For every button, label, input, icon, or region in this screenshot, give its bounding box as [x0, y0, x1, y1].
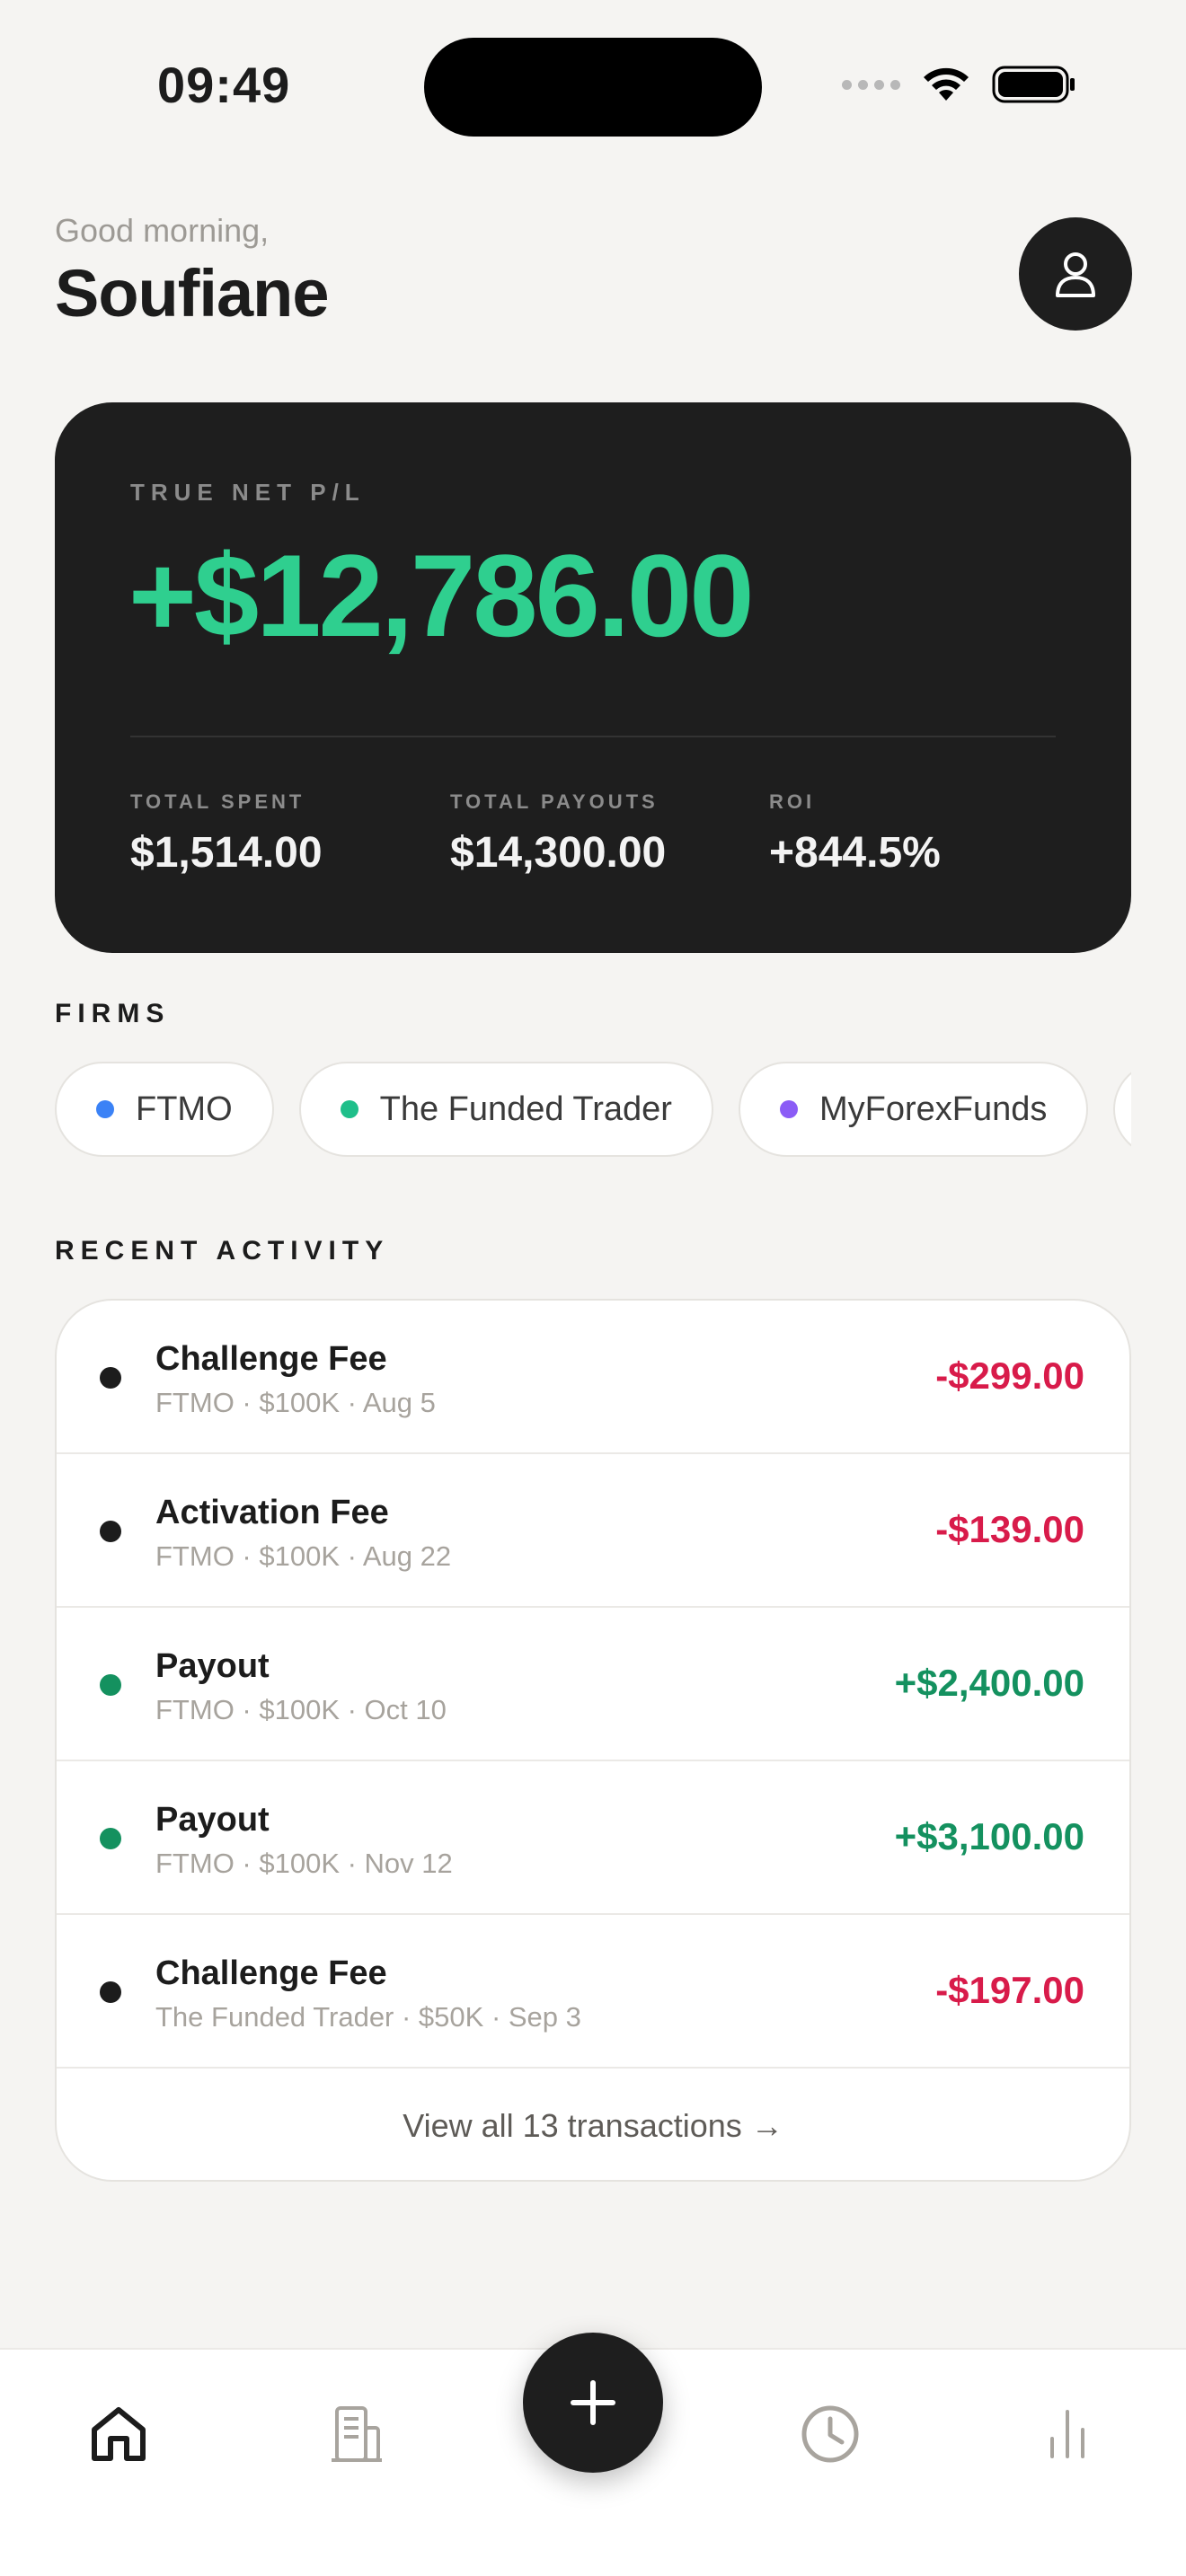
stat-total-payouts: TOTAL PAYOUTS $14,300.00	[450, 790, 666, 878]
view-all-transactions-link[interactable]: View all 13 transactions →	[57, 2069, 1129, 2180]
transaction-amount: +$3,100.00	[894, 1815, 1084, 1857]
transaction-amount: -$299.00	[935, 1354, 1084, 1397]
transaction-title: Payout	[155, 1801, 270, 1839]
tab-firms[interactable]	[320, 2398, 392, 2470]
bar-chart-icon	[1050, 2410, 1084, 2458]
stat-value: $14,300.00	[450, 829, 667, 877]
firm-chip-myforexfunds[interactable]: MyForexFunds	[738, 1062, 1089, 1157]
building-icon	[332, 2406, 382, 2462]
transaction-amount: -$139.00	[935, 1508, 1084, 1550]
clock-icon	[801, 2405, 859, 2463]
firm-chip-label: FTMO	[136, 1090, 233, 1128]
transaction-title: Payout	[155, 1647, 270, 1685]
cellular-signal-icon	[842, 79, 900, 90]
firm-chip-the-funded-trader[interactable]: The Funded Trader	[298, 1062, 713, 1157]
tab-history[interactable]	[794, 2398, 866, 2470]
tab-home[interactable]	[83, 2398, 155, 2470]
stat-value: +844.5%	[769, 829, 941, 877]
status-indicators	[842, 65, 1076, 104]
stat-roi: ROI +844.5%	[769, 790, 941, 878]
transaction-subtitle: FTMO · $100K · Nov 12	[155, 1848, 453, 1879]
plus-icon	[571, 2380, 615, 2425]
transaction-row[interactable]: Payout FTMO · $100K · Nov 12 +$3,100.00	[57, 1761, 1129, 1915]
transaction-title: Challenge Fee	[155, 1954, 387, 1992]
transaction-type-dot	[100, 1981, 121, 2003]
profile-button[interactable]	[1019, 217, 1132, 331]
transaction-amount: +$2,400.00	[894, 1662, 1084, 1704]
user-name: Soufiane	[55, 256, 329, 331]
transaction-subtitle: FTMO · $100K · Aug 5	[155, 1387, 436, 1418]
activity-section-title: RECENT ACTIVITY	[55, 1236, 390, 1266]
transaction-subtitle: The Funded Trader · $50K · Sep 3	[155, 2001, 581, 2033]
firm-chip-label: The Funded Trader	[379, 1090, 672, 1128]
firm-color-dot	[96, 1100, 114, 1118]
greeting-text: Good morning,	[55, 212, 270, 249]
wifi-icon	[924, 67, 969, 101]
transaction-row[interactable]: Challenge Fee FTMO · $100K · Aug 5 -$299…	[57, 1301, 1129, 1454]
stat-label: ROI	[769, 790, 816, 813]
dynamic-island	[424, 38, 762, 137]
net-pl-label: TRUE NET P/L	[130, 479, 366, 506]
transaction-type-dot	[100, 1521, 121, 1542]
transaction-row[interactable]: Activation Fee FTMO · $100K · Aug 22 -$1…	[57, 1454, 1129, 1608]
firm-chip-partial[interactable]	[1113, 1062, 1131, 1157]
stat-label: TOTAL PAYOUTS	[450, 790, 659, 813]
home-icon	[92, 2407, 146, 2461]
transaction-title: Activation Fee	[155, 1494, 389, 1531]
card-divider	[130, 736, 1056, 737]
stat-value: $1,514.00	[130, 829, 323, 877]
transaction-row[interactable]: Challenge Fee The Funded Trader · $50K ·…	[57, 1915, 1129, 2069]
firm-chip-label: MyForexFunds	[819, 1090, 1048, 1128]
stat-label: TOTAL SPENT	[130, 790, 305, 813]
user-icon	[1056, 252, 1095, 297]
firm-color-dot	[340, 1100, 358, 1118]
firm-chip-ftmo[interactable]: FTMO	[55, 1062, 274, 1157]
transaction-type-dot	[100, 1367, 121, 1389]
stat-total-spent: TOTAL SPENT $1,514.00	[130, 790, 323, 878]
transaction-subtitle: FTMO · $100K · Oct 10	[155, 1694, 447, 1725]
screen: 09:49 Good morning, Soufiane TRUE NET P/…	[0, 0, 1186, 2576]
transaction-type-dot	[100, 1674, 121, 1696]
transaction-row[interactable]: Payout FTMO · $100K · Oct 10 +$2,400.00	[57, 1608, 1129, 1761]
add-transaction-button[interactable]	[523, 2333, 663, 2473]
battery-icon	[992, 66, 1075, 103]
recent-activity-card: Challenge Fee FTMO · $100K · Aug 5 -$299…	[55, 1299, 1131, 2182]
net-pl-value: +$12,786.00	[128, 530, 755, 661]
transaction-amount: -$197.00	[935, 1969, 1084, 2011]
firm-color-dot	[779, 1100, 798, 1118]
transaction-subtitle: FTMO · $100K · Aug 22	[155, 1540, 452, 1572]
firms-chip-row[interactable]: FTMO The Funded Trader MyForexFunds	[55, 1062, 1131, 1159]
transaction-type-dot	[100, 1828, 121, 1849]
tab-stats[interactable]	[1031, 2398, 1103, 2470]
status-time: 09:49	[157, 57, 291, 113]
net-pl-card: TRUE NET P/L +$12,786.00 TOTAL SPENT $1,…	[55, 402, 1131, 953]
transaction-title: Challenge Fee	[155, 1340, 387, 1378]
firms-section-title: FIRMS	[55, 999, 171, 1028]
